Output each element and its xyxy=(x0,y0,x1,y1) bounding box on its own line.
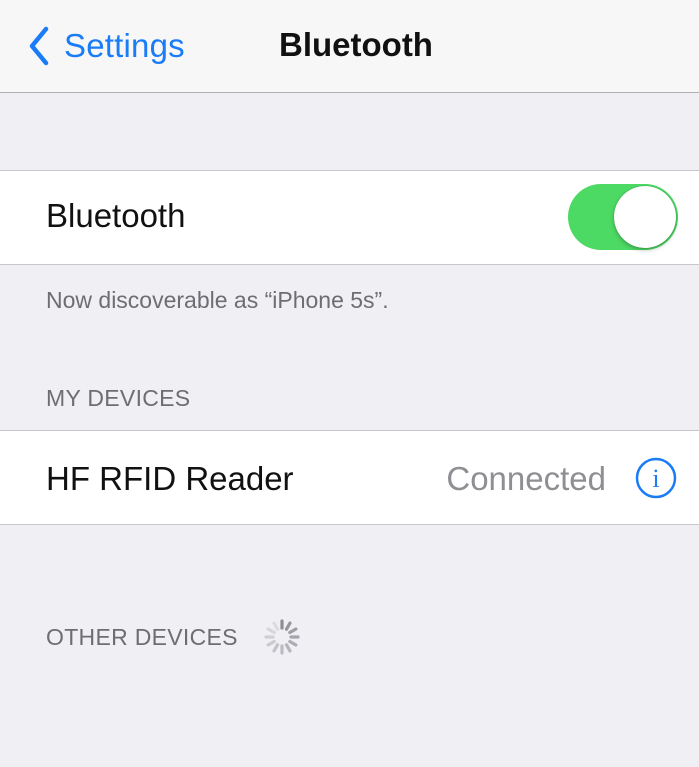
bluetooth-settings-screen: Settings Bluetooth Bluetooth Now discove… xyxy=(0,0,699,767)
bluetooth-toggle-switch[interactable] xyxy=(568,184,678,250)
page-title: Bluetooth xyxy=(279,26,433,63)
info-icon[interactable]: i xyxy=(635,457,677,499)
device-name: HF RFID Reader xyxy=(46,460,294,497)
bluetooth-label: Bluetooth xyxy=(46,197,186,234)
other-devices-header: OTHER DEVICES xyxy=(46,617,302,657)
bluetooth-toggle-row: Bluetooth xyxy=(0,170,699,265)
navigation-bar: Settings Bluetooth xyxy=(0,0,699,93)
discoverable-note: Now discoverable as “iPhone 5s”. xyxy=(46,287,389,313)
my-devices-header: MY DEVICES xyxy=(46,385,191,411)
other-devices-label: OTHER DEVICES xyxy=(46,623,238,650)
back-button[interactable]: Settings xyxy=(26,20,185,72)
chevron-left-icon xyxy=(26,26,52,66)
back-button-label: Settings xyxy=(64,27,185,64)
toggle-knob xyxy=(614,186,676,248)
activity-spinner-icon xyxy=(262,617,302,657)
svg-text:i: i xyxy=(652,464,659,493)
device-row[interactable]: HF RFID Reader Connected i xyxy=(0,430,699,525)
device-status: Connected xyxy=(446,460,606,497)
